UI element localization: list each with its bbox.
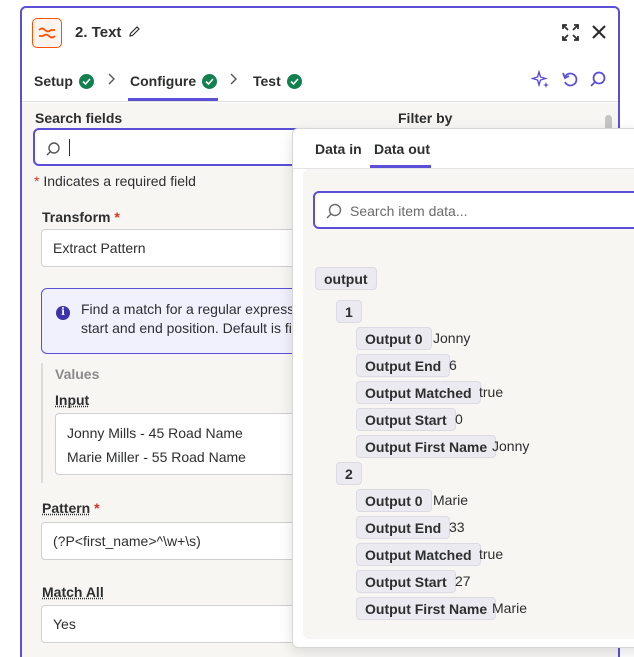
check-circle-icon: [202, 73, 218, 89]
transform-label: Transform *: [42, 209, 120, 225]
tab-test[interactable]: Test: [253, 70, 302, 92]
step-title: 2. Text: [75, 24, 122, 41]
tree-item-index[interactable]: 1: [336, 300, 362, 323]
match-all-label: Match All: [42, 584, 104, 600]
tree-key[interactable]: Output First Name: [356, 597, 497, 620]
search-placeholder: Search item data...: [350, 203, 468, 219]
edit-title-pencil-icon[interactable]: [128, 25, 141, 43]
tree-key[interactable]: Output Start: [356, 570, 456, 593]
tree-key[interactable]: Output First Name: [356, 435, 497, 458]
close-icon[interactable]: [592, 25, 606, 44]
text-cursor: [69, 139, 70, 156]
search-item-data-input[interactable]: Search item data...: [313, 191, 634, 229]
values-label: Values: [55, 366, 100, 382]
tree-value: true: [479, 546, 504, 562]
tab-data-out[interactable]: Data out: [374, 141, 430, 157]
formatter-app-icon: [32, 18, 62, 48]
tab-test-label: Test: [253, 73, 281, 89]
info-icon: i: [56, 306, 70, 320]
tree-key[interactable]: Output Matched: [356, 381, 481, 404]
tab-configure[interactable]: Configure: [130, 70, 218, 92]
check-circle-icon: [286, 73, 302, 89]
tree-value: 27: [455, 573, 471, 589]
chevron-right-icon: [108, 73, 116, 88]
ai-sparkle-icon[interactable]: [530, 69, 551, 95]
search-fields-label: Search fields: [35, 110, 123, 126]
tree-key[interactable]: Output 0: [356, 327, 432, 350]
active-tab-indicator: [370, 165, 431, 168]
search-icon[interactable]: [589, 70, 607, 93]
tree-key[interactable]: Output Matched: [356, 543, 481, 566]
tree-value: true: [479, 384, 504, 400]
input-label: Input: [55, 392, 90, 408]
required-note: * Indicates a required field: [34, 173, 196, 189]
tree-value: 33: [449, 519, 465, 535]
tab-data-in[interactable]: Data in: [315, 141, 362, 157]
tree-value: Jonny: [492, 438, 530, 454]
step-tabs: Setup Configure Test: [22, 60, 618, 102]
tab-setup-label: Setup: [34, 73, 73, 89]
data-tabs: Data in Data out: [293, 129, 634, 169]
active-tab-indicator: [128, 98, 218, 101]
tab-setup[interactable]: Setup: [34, 70, 94, 92]
title-bar: 2. Text: [22, 8, 618, 60]
tree-value: Marie: [433, 492, 469, 508]
tree-value: 0: [455, 411, 463, 427]
tree-value: Marie: [492, 600, 528, 616]
pattern-label: Pattern *: [42, 500, 100, 516]
tree-item-index[interactable]: 2: [336, 462, 362, 485]
tree-key[interactable]: Output End: [356, 354, 451, 377]
chevron-right-icon: [230, 73, 238, 88]
search-icon: [46, 142, 60, 156]
tree-key-output[interactable]: output: [315, 267, 377, 290]
filter-by-label: Filter by: [398, 110, 453, 126]
tree-key[interactable]: Output 0: [356, 489, 432, 512]
tree-key[interactable]: Output End: [356, 516, 451, 539]
tab-configure-label: Configure: [130, 73, 197, 89]
undo-refresh-icon[interactable]: [561, 70, 579, 93]
search-icon: [326, 203, 342, 219]
data-out-popover: Data in Data out Search item data... out…: [292, 128, 634, 648]
tree-key[interactable]: Output Start: [356, 408, 456, 431]
expand-icon[interactable]: [562, 24, 579, 46]
check-circle-icon: [78, 73, 94, 89]
data-out-body: Search item data... output 1 Output 0 Jo…: [303, 169, 634, 639]
tree-value: 6: [449, 357, 457, 373]
tree-value: Jonny: [433, 330, 471, 346]
